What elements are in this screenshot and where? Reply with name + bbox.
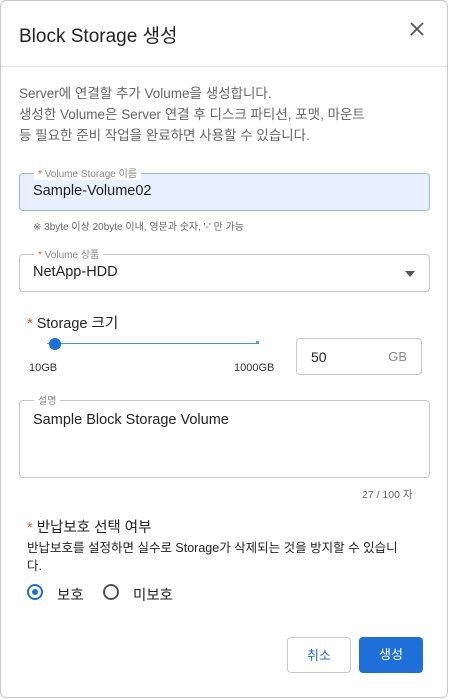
description-line-2: 생성한 Volume은 Server 연결 후 디스크 파티션, 포맷, 마운트 xyxy=(19,107,365,122)
volume-name-field[interactable]: * Volume Storage 이름 Sample-Volume02 xyxy=(19,165,430,211)
storage-size-input[interactable]: 50 GB xyxy=(296,338,422,375)
slider-max-label: 1000GB xyxy=(234,362,275,374)
slider-end-dot xyxy=(256,341,259,344)
close-icon xyxy=(410,22,424,36)
volume-type-select[interactable]: * Volume 상품 NetApp-HDD xyxy=(19,246,430,292)
volume-name-hint: ※ 3byte 이상 20byte 이내, 영문과 숫자, '-' 만 가능 xyxy=(33,222,244,233)
radio-button-selected[interactable] xyxy=(27,584,43,600)
radio-button-unselected[interactable] xyxy=(103,584,119,600)
dialog-description: Server에 연결할 추가 Volume을 생성합니다. 생성한 Volume… xyxy=(19,83,434,146)
slider-thumb[interactable] xyxy=(49,338,62,350)
dialog-header: Block Storage 생성 xyxy=(1,1,447,67)
volume-type-label: * Volume 상품 xyxy=(34,246,104,261)
description-line-1: Server에 연결할 추가 Volume을 생성합니다. xyxy=(19,86,272,101)
storage-size-value: 50 xyxy=(311,349,327,365)
radio-unprotect-label: 미보호 xyxy=(133,588,174,604)
storage-size-unit: GB xyxy=(388,349,407,364)
description-field-label: 설명 xyxy=(34,392,61,407)
volume-name-value: Sample-Volume02 xyxy=(33,183,152,199)
storage-size-slider[interactable] xyxy=(47,337,259,351)
dialog-title: Block Storage 생성 xyxy=(19,26,178,47)
storage-size-label: * Storage 크기 xyxy=(27,316,119,332)
radio-protect-label: 보호 xyxy=(57,588,84,604)
close-button[interactable] xyxy=(405,17,429,41)
slider-min-label: 10GB xyxy=(29,362,58,374)
protection-description: 반납보호를 설정하면 실수로 Storage가 삭제되는 것을 방지할 수 있습… xyxy=(27,541,398,573)
caret-down-icon xyxy=(405,271,415,277)
protection-label: * 반납보호 선택 여부 xyxy=(27,520,152,536)
description-textarea[interactable]: 설명 Sample Block Storage Volume xyxy=(19,392,430,478)
character-counter: 27 / 100 자 xyxy=(362,489,413,501)
volume-type-selected: NetApp-HDD xyxy=(33,264,118,280)
slider-track xyxy=(47,343,259,344)
create-button[interactable]: 생성 xyxy=(359,637,423,673)
description-field-value: Sample Block Storage Volume xyxy=(33,412,229,428)
description-line-3: 등 필요한 준비 작업을 완료하면 사용할 수 있습니다. xyxy=(19,128,310,143)
create-block-storage-dialog: Block Storage 생성 Server에 연결할 추가 Volume을 … xyxy=(0,0,448,698)
cancel-button[interactable]: 취소 xyxy=(287,637,351,673)
volume-name-label: * Volume Storage 이름 xyxy=(34,165,142,180)
